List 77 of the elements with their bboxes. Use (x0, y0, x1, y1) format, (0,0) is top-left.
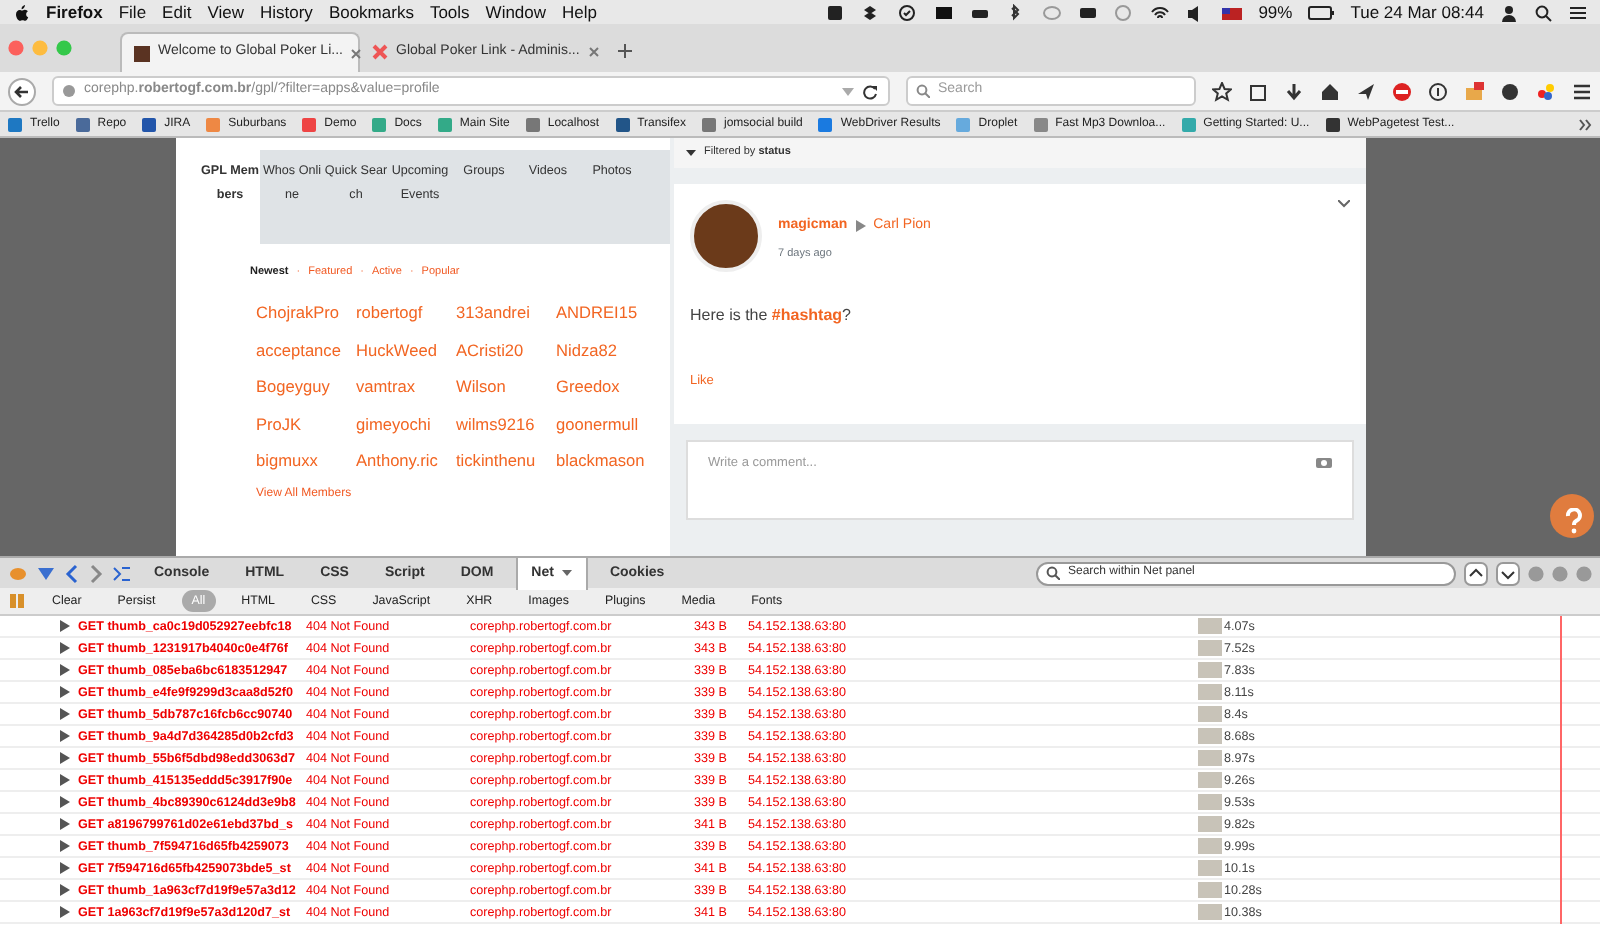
favicon-icon (372, 44, 388, 60)
timeline-bar (1198, 728, 1222, 744)
search-icon (916, 84, 930, 98)
menu-icon[interactable] (1572, 81, 1592, 101)
info-icon[interactable] (1428, 81, 1448, 101)
apple-icon[interactable] (12, 2, 30, 22)
favicon-icon (1325, 117, 1340, 131)
timeline-bar (1198, 860, 1222, 876)
command-line-icon[interactable] (112, 563, 132, 583)
question-mark-icon (1560, 508, 1584, 535)
menu-item[interactable]: Window (485, 0, 547, 24)
timeline-bar (1198, 816, 1222, 832)
favicon-icon (525, 117, 540, 131)
favicon-icon (372, 117, 387, 131)
stop-sign-icon[interactable] (1392, 81, 1412, 101)
new-tab-icon[interactable] (616, 42, 634, 60)
favicon-icon (142, 117, 157, 131)
timeline-bar (1198, 706, 1222, 722)
menu-item[interactable]: Edit (162, 0, 192, 24)
favicon-icon (956, 117, 971, 131)
timeline-bar (1198, 904, 1222, 920)
timeline-bar (1198, 662, 1222, 678)
send-icon[interactable] (1356, 81, 1376, 101)
chevron-down-icon[interactable] (1338, 200, 1350, 208)
timeline-bar (1198, 750, 1222, 766)
timeline-bar (1198, 772, 1222, 788)
timeline-bar (1198, 838, 1222, 854)
chevron-icon[interactable] (1578, 117, 1592, 131)
timeline-bar (1198, 882, 1222, 898)
check-circle-icon[interactable] (898, 3, 919, 21)
menu-item[interactable]: Tools (429, 0, 470, 24)
forward-icon[interactable] (88, 563, 104, 583)
favicon-icon (702, 117, 717, 131)
timeline-bar (1198, 794, 1222, 810)
flag-icon[interactable] (1222, 3, 1243, 21)
home-icon[interactable] (1320, 81, 1340, 101)
menu-item[interactable]: Help (562, 0, 598, 24)
timeline-bar (1198, 618, 1222, 634)
search-icon (1046, 566, 1060, 580)
favicon-icon (134, 45, 150, 61)
favicon-icon (8, 117, 22, 131)
camera-icon[interactable] (1316, 454, 1332, 468)
triangle-icon (855, 220, 866, 233)
menu-clock[interactable]: Tue 24 Mar 08:44 (1350, 0, 1484, 24)
download-icon[interactable] (1284, 81, 1304, 101)
user-icon[interactable] (1500, 3, 1518, 21)
dots-icon[interactable] (1536, 81, 1556, 101)
favicon-icon (75, 117, 90, 131)
extension-icon[interactable] (1464, 81, 1484, 101)
caret-icon (561, 570, 572, 576)
search-icon[interactable] (1534, 3, 1552, 21)
back-icon[interactable] (8, 77, 36, 105)
battery-percentage: 99% (1258, 0, 1293, 24)
favicon-icon (437, 117, 452, 131)
menu-item[interactable]: View (207, 0, 244, 24)
reload-icon[interactable] (862, 83, 880, 99)
caret-icon[interactable] (686, 150, 696, 156)
post-text: Here is the #hashtag? (690, 304, 853, 328)
previous-icon[interactable] (1464, 561, 1488, 585)
favicon-icon (1181, 117, 1196, 131)
favicon-icon (818, 117, 833, 131)
favicon-icon (206, 117, 221, 131)
list-icon[interactable] (1568, 3, 1588, 21)
star-icon[interactable] (1212, 81, 1232, 101)
next-icon[interactable] (1496, 561, 1520, 585)
timeline-bar (1198, 640, 1222, 656)
favicon-icon (615, 117, 630, 131)
menu-item[interactable]: Bookmarks (328, 0, 414, 24)
menu-item[interactable]: File (118, 0, 147, 24)
battery-icon[interactable] (1308, 3, 1335, 21)
favicon-icon (1033, 117, 1048, 131)
timeline-bar (1198, 684, 1222, 700)
avatar-photo-placeholder (690, 200, 762, 272)
wifi-icon[interactable] (1150, 3, 1171, 21)
app-menu[interactable]: Firefox (46, 0, 103, 24)
menu-item[interactable]: History (259, 0, 313, 24)
favicon-icon (302, 117, 317, 131)
